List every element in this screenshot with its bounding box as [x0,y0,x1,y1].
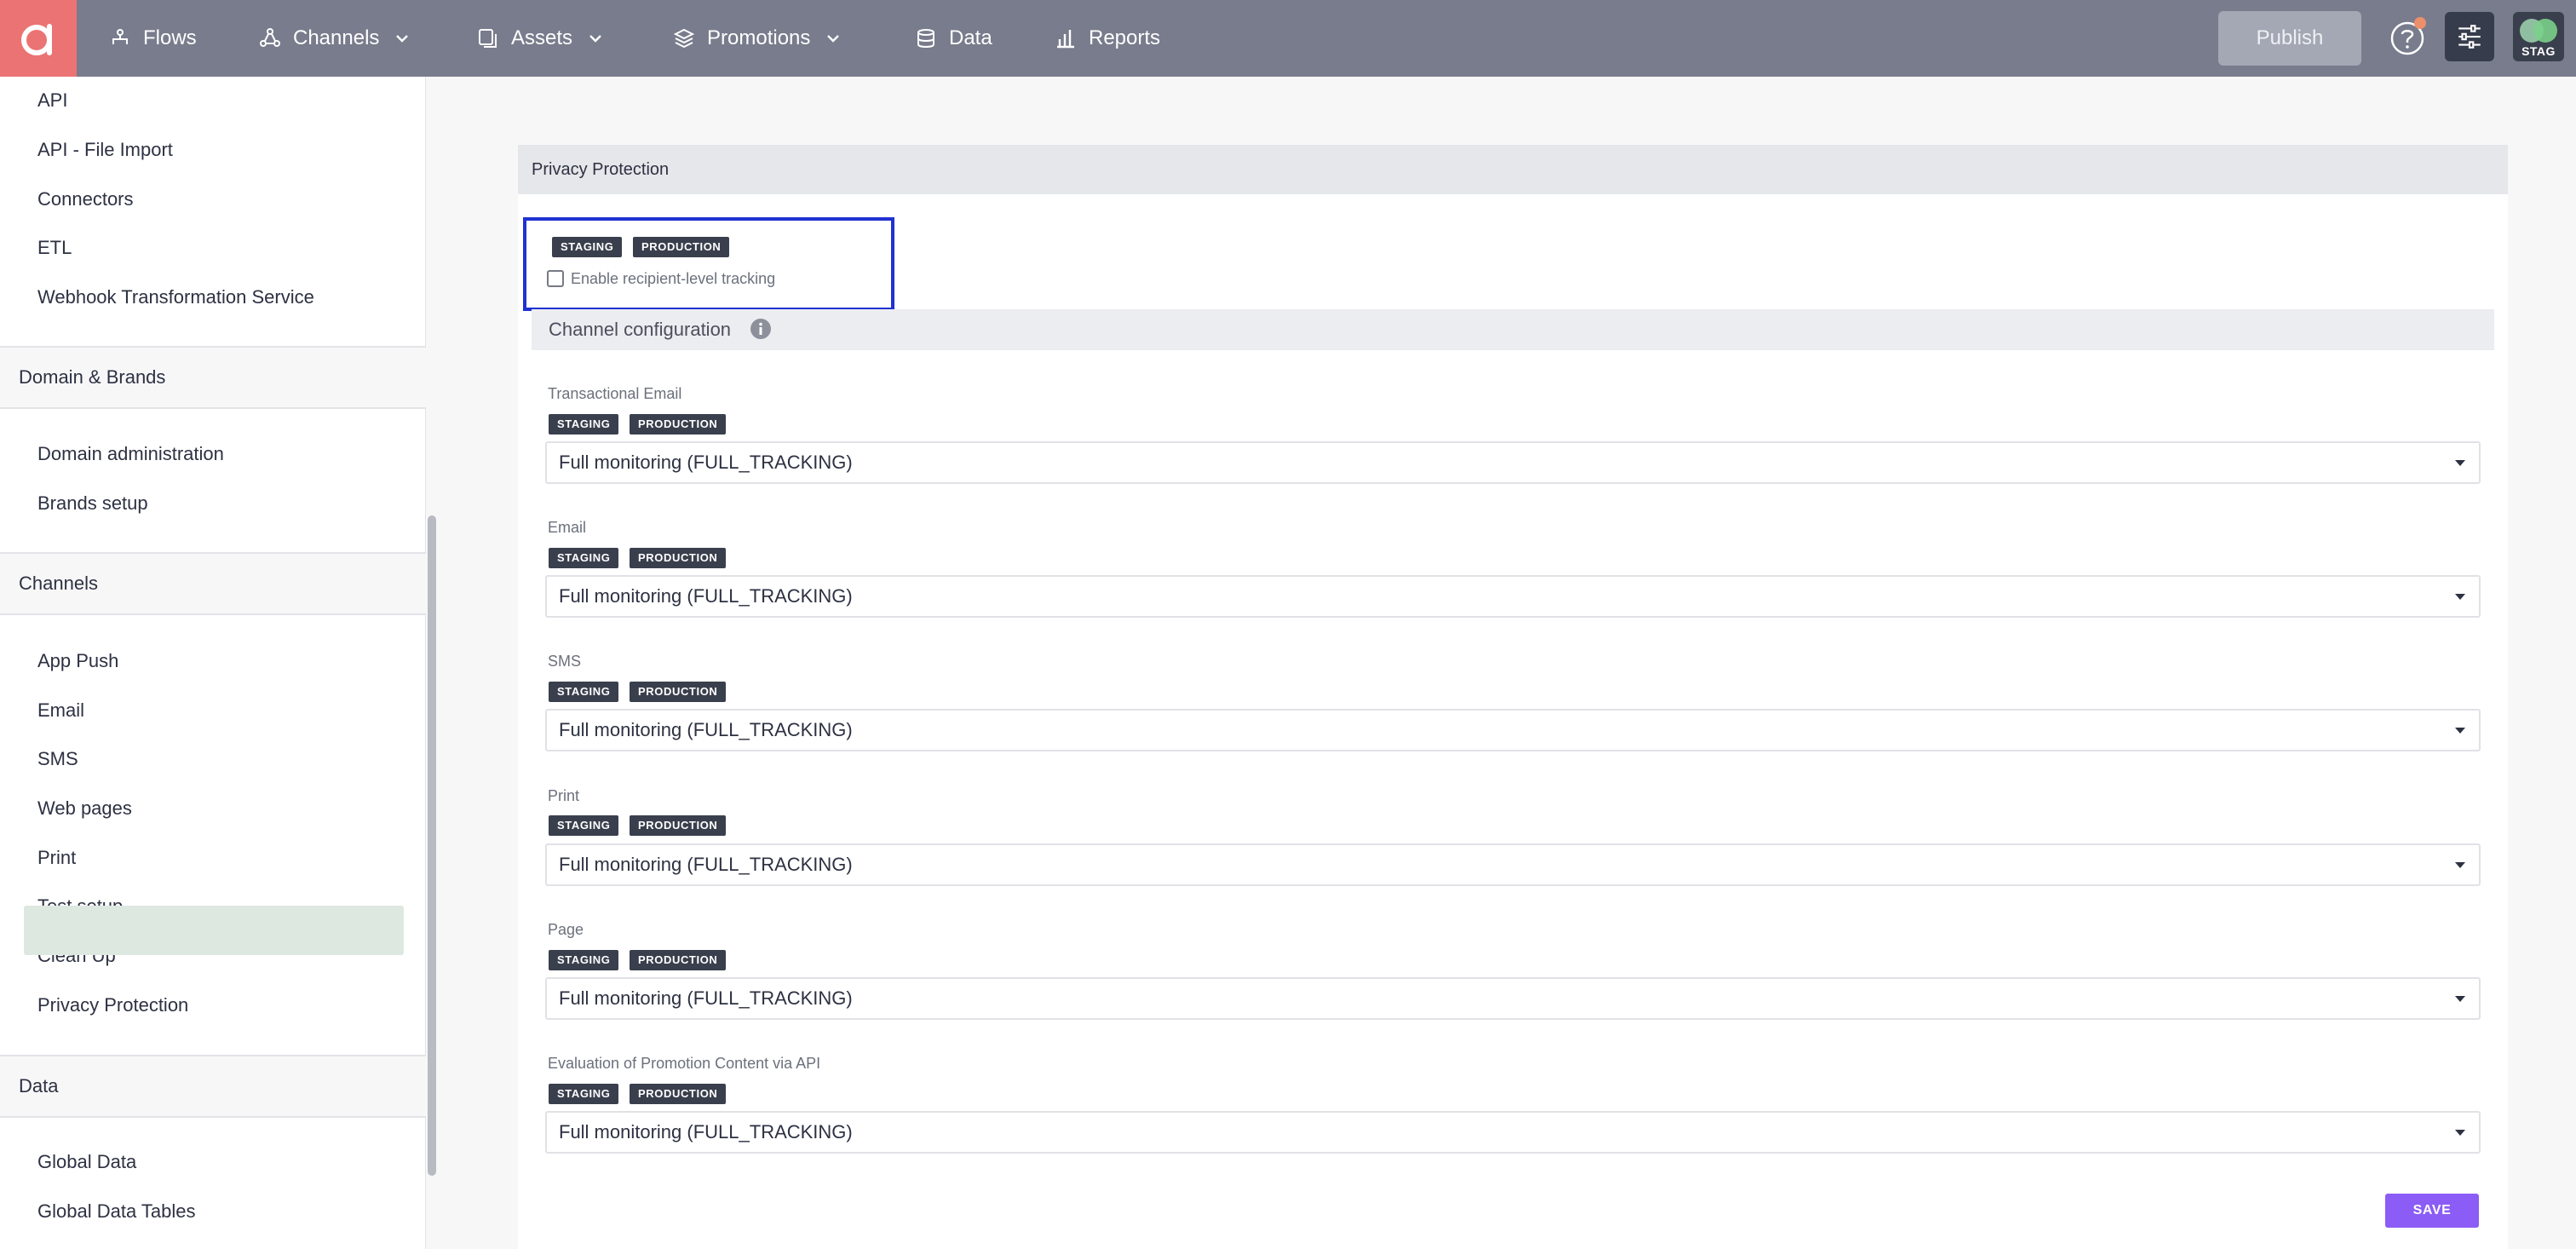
sms-select[interactable]: Full monitoring (FULL_TRACKING) [545,709,2481,751]
nav-channels[interactable]: Channels [259,0,410,77]
notification-dot [2414,17,2426,29]
production-tag: PRODUCTION [630,815,727,836]
sidebar-item-active-highlight[interactable] [24,906,404,955]
sidebar-item-app-push[interactable]: App Push [37,644,118,678]
sidebar-item-webhook-transformation[interactable]: Webhook Transformation Service [37,280,314,314]
nav-label: Reports [1089,26,1161,49]
sidebar-section-domain-brands[interactable]: Domain & Brands [0,346,426,409]
promotion-api-select[interactable]: Full monitoring (FULL_TRACKING) [545,1111,2481,1154]
caret-down-icon [2455,594,2465,600]
panel-title: Privacy Protection [518,145,2508,194]
select-value: Full monitoring (FULL_TRACKING) [559,1121,853,1143]
select-value: Full monitoring (FULL_TRACKING) [559,854,853,875]
sidebar-section-channels[interactable]: Channels [0,552,426,615]
production-tag: PRODUCTION [630,1084,727,1104]
production-tag: PRODUCTION [630,682,727,702]
channel-label-promotion-api: Evaluation of Promotion Content via API [548,1055,821,1072]
sliders-icon [2458,25,2481,49]
sidebar-item-global-data-tables[interactable]: Global Data Tables [37,1194,196,1229]
select-value: Full monitoring (FULL_TRACKING) [559,719,853,740]
environment-circles-icon [2520,19,2557,43]
recipient-tracking-checkbox[interactable] [547,270,564,287]
channel-label-transactional-email: Transactional Email [548,385,682,402]
nav-label: Channels [293,26,380,49]
nav-label: Assets [511,26,573,49]
top-navigation-bar: Flows Channels Assets Promotions Data Re… [0,0,2576,77]
staging-tag: STAGING [549,815,619,836]
staging-tag: STAGING [549,548,619,568]
channel-label-sms: SMS [548,653,582,670]
sidebar-item-global-data[interactable]: Global Data [37,1145,136,1179]
assets-icon [479,29,497,48]
transactional-email-select[interactable]: Full monitoring (FULL_TRACKING) [545,441,2481,484]
sidebar-item-sms[interactable]: SMS [37,742,78,776]
nav-promotions[interactable]: Promotions [673,0,841,77]
channels-icon [260,28,280,47]
nav-label: Data [949,26,992,49]
channel-label-email: Email [548,519,587,536]
sidebar-item-web-pages[interactable]: Web pages [37,791,132,826]
channel-label-page: Page [548,921,584,938]
nav-flows[interactable]: Flows [109,0,197,77]
email-select[interactable]: Full monitoring (FULL_TRACKING) [545,575,2481,618]
recipient-tracking-checkbox-row[interactable]: Enable recipient-level tracking [547,267,775,291]
chevron-down-icon [827,35,840,43]
select-value: Full monitoring (FULL_TRACKING) [559,585,853,607]
chevron-down-icon [589,35,601,43]
nav-assets[interactable]: Assets [477,0,603,77]
staging-tag: STAGING [549,414,619,435]
staging-tag: STAGING [549,950,619,970]
page-select[interactable]: Full monitoring (FULL_TRACKING) [545,977,2481,1020]
nav-label: Flows [143,26,197,49]
sidebar-item-print[interactable]: Print [37,841,76,875]
recipient-tracking-label: Enable recipient-level tracking [571,269,776,287]
database-icon [917,29,934,49]
production-tag: PRODUCTION [630,950,727,970]
sidebar-section-data[interactable]: Data [0,1055,426,1118]
publish-button[interactable]: Publish [2218,11,2361,66]
nav-data[interactable]: Data [915,0,992,77]
select-value: Full monitoring (FULL_TRACKING) [559,987,853,1009]
sidebar-item-api[interactable]: API [37,83,67,118]
environment-badge[interactable]: STAG [2513,12,2564,61]
staging-tag: STAGING [549,682,619,702]
nav-label: Promotions [707,26,811,49]
sidebar-item-privacy-protection[interactable]: Privacy Protection [37,988,188,1022]
app-logo[interactable] [0,0,77,77]
settings-button[interactable] [2445,12,2494,61]
select-value: Full monitoring (FULL_TRACKING) [559,452,853,473]
flows-icon [112,29,128,44]
production-tag: PRODUCTION [630,548,727,568]
sidebar-item-api-file-import[interactable]: API - File Import [37,133,173,167]
save-button[interactable]: SAVE [2385,1194,2479,1228]
caret-down-icon [2455,996,2465,1002]
production-tag: PRODUCTION [633,237,730,257]
sidebar-scrollbar[interactable] [428,515,436,1176]
environment-label: STAG [2521,44,2556,58]
sidebar-item-email[interactable]: Email [37,694,84,728]
channel-label-print: Print [548,787,580,804]
nav-reports[interactable]: Reports [1055,0,1160,77]
tracking-highlight-box [523,217,894,311]
caret-down-icon [2455,460,2465,466]
print-select[interactable]: Full monitoring (FULL_TRACKING) [545,843,2481,886]
caret-down-icon [2455,862,2465,868]
channel-configuration-header: Channel configuration [532,309,2494,350]
staging-tag: STAGING [552,237,623,257]
info-icon[interactable] [750,318,772,340]
promotions-icon [673,28,695,49]
caret-down-icon [2455,1130,2465,1136]
staging-tag: STAGING [549,1084,619,1104]
caret-down-icon [2455,728,2465,734]
sidebar-item-connectors[interactable]: Connectors [37,182,134,216]
sidebar-item-domain-administration[interactable]: Domain administration [37,437,224,471]
logo-a-icon [21,24,52,55]
chevron-down-icon [396,35,409,43]
bar-chart-icon [1057,30,1074,49]
sidebar-item-brands-setup[interactable]: Brands setup [37,486,148,521]
sidebar-item-etl[interactable]: ETL [37,231,72,265]
production-tag: PRODUCTION [630,414,727,435]
